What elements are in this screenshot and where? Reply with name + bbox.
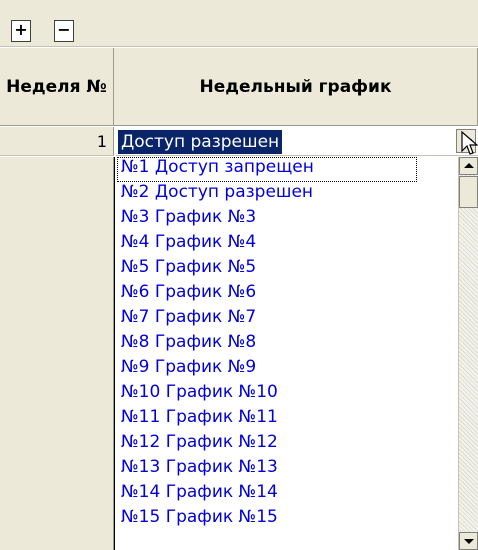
dropdown-option[interactable]: №11 График №11 [117, 407, 455, 432]
add-row-button[interactable]: + [11, 20, 31, 42]
minus-icon: − [57, 20, 71, 39]
dropdown-option[interactable]: №5 График №5 [117, 257, 455, 282]
dropdown-option[interactable]: №3 График №3 [117, 207, 455, 232]
plus-icon: + [14, 20, 28, 39]
dropdown-option[interactable]: №12 График №12 [117, 432, 455, 457]
week-number-header[interactable]: Неделя № [0, 48, 114, 126]
dropdown-option[interactable]: №14 График №14 [117, 482, 455, 507]
dropdown-scrollbar[interactable] [458, 157, 478, 550]
dropdown-items: №1 Доступ запрещен №2 Доступ разрешен №3 Г… [117, 157, 455, 550]
dropdown-option[interactable]: №2 Доступ разрешен [117, 182, 455, 207]
dropdown-option[interactable]: №13 График №13 [117, 457, 455, 482]
row-header-column [0, 157, 114, 550]
weekly-schedule-header[interactable]: Недельный график [114, 48, 478, 126]
delete-row-button[interactable]: − [54, 20, 74, 42]
selected-schedule-value[interactable]: Доступ разрешен [118, 130, 283, 154]
schedule-combobox[interactable]: Доступ разрешен [116, 128, 478, 156]
row-number-cell[interactable]: 1 [0, 127, 114, 156]
toolbar: + − [0, 0, 478, 47]
dropdown-option[interactable]: №7 График №7 [117, 307, 455, 332]
dropdown-option[interactable]: №1 Доступ запрещен [117, 157, 417, 182]
schedule-dropdown-list[interactable]: №1 Доступ запрещен №2 Доступ разрешен №3 Г… [114, 157, 478, 550]
arrow-up-icon [464, 163, 474, 168]
dropdown-option[interactable]: №9 График №9 [117, 357, 455, 382]
dropdown-option[interactable]: №8 График №8 [117, 332, 455, 357]
dropdown-option[interactable]: №4 График №4 [117, 232, 455, 257]
dropdown-option[interactable]: №15 График №15 [117, 507, 455, 532]
mouse-cursor-icon [461, 131, 478, 155]
scroll-thumb[interactable] [459, 176, 478, 208]
scroll-up-button[interactable] [459, 157, 478, 175]
dropdown-option[interactable]: №6 График №6 [117, 282, 455, 307]
dropdown-option[interactable]: №10 График №10 [117, 382, 455, 407]
scroll-down-button[interactable] [459, 532, 478, 550]
arrow-down-icon [464, 539, 474, 544]
